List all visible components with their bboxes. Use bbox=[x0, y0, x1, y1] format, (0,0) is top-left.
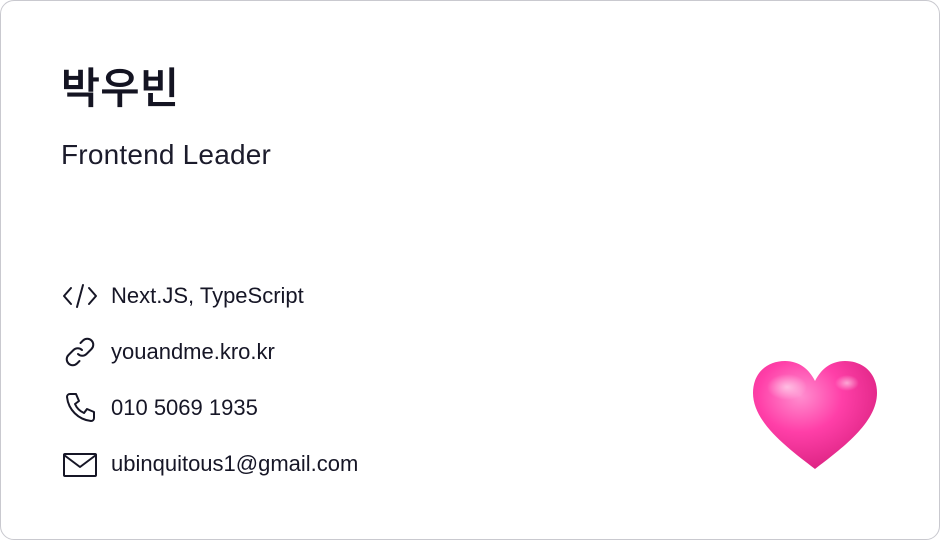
info-item-website: youandme.kro.kr bbox=[61, 333, 358, 389]
mail-icon bbox=[61, 445, 99, 483]
email-address[interactable]: ubinquitous1@gmail.com bbox=[111, 445, 358, 483]
heart-icon bbox=[749, 357, 881, 473]
website-link[interactable]: youandme.kro.kr bbox=[111, 333, 275, 371]
info-item-phone: 010 5069 1935 bbox=[61, 389, 358, 445]
code-icon bbox=[61, 277, 99, 315]
job-title: Frontend Leader bbox=[61, 139, 272, 170]
link-icon bbox=[61, 333, 99, 371]
person-name: 박우빈 bbox=[61, 64, 180, 113]
info-item-skills: Next.JS, TypeScript bbox=[61, 277, 358, 333]
business-card: 박우빈 Frontend Leader Next.JS, TypeScript … bbox=[0, 0, 940, 540]
skills-text: Next.JS, TypeScript bbox=[111, 283, 304, 308]
contact-info-list: Next.JS, TypeScript youandme.kro.kr 010 … bbox=[61, 277, 358, 501]
phone-icon bbox=[61, 389, 99, 427]
info-item-email: ubinquitous1@gmail.com bbox=[61, 445, 358, 501]
phone-number[interactable]: 010 5069 1935 bbox=[111, 389, 258, 427]
